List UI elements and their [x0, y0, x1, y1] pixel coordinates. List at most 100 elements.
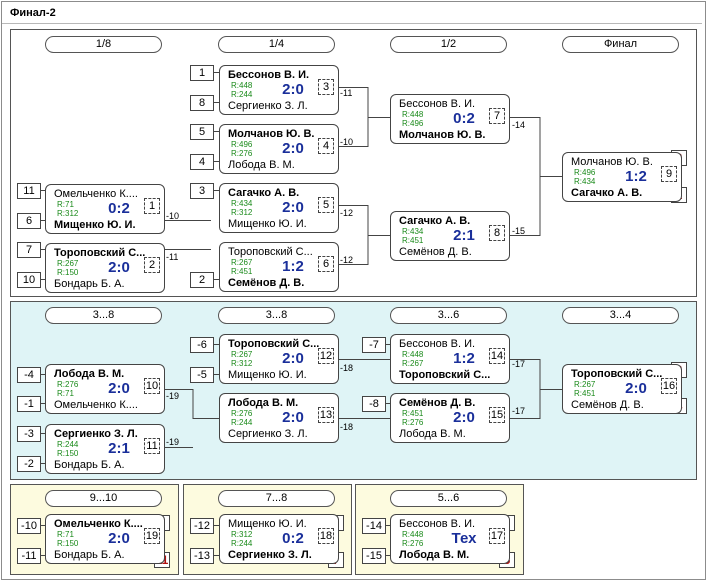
- loser-ref-label: -15: [512, 226, 526, 236]
- player-top-rating: R:244: [57, 440, 79, 449]
- player-bottom-rating: R:244: [231, 539, 253, 548]
- round-header: Финал: [562, 36, 679, 53]
- match-card[interactable]: Молчанов Ю. В. R:496 R:276 2:0 4 Лобода В. М.: [219, 124, 339, 174]
- player-top-rating: R:267: [574, 380, 596, 389]
- match-card[interactable]: Тороповский С... R:267 R:312 2:0 12 Мищенко Ю…: [219, 334, 339, 384]
- player-bottom-rating: R:312: [231, 208, 253, 217]
- match-number: 9: [661, 166, 677, 182]
- seed-box: 8: [190, 95, 214, 111]
- player-bottom-name: Бондарь Б. А.: [54, 278, 125, 290]
- round-header: 3...6: [390, 307, 507, 324]
- match-card[interactable]: Бессонов В. И. R:448 R:267 1:2 14 Тороповский…: [390, 334, 510, 384]
- seed-box: -3: [17, 426, 41, 442]
- match-card[interactable]: Лобода В. М. R:276 R:244 2:0 13 Сергиенко З. …: [219, 393, 339, 443]
- player-bottom-name: Семёнов Д. В.: [399, 246, 472, 258]
- player-top-name: Тороповский С...: [54, 247, 146, 259]
- player-top-name: Тороповский С...: [228, 246, 313, 258]
- player-top-rating: R:451: [402, 409, 424, 418]
- match-score: 2:0: [625, 380, 647, 397]
- player-top-name: Молчанов Ю. В.: [228, 128, 315, 140]
- match-card[interactable]: Тороповский С... R:267 R:451 1:2 6 Семёнов Д.…: [219, 242, 339, 292]
- match-score: 2:0: [282, 81, 304, 98]
- match-card[interactable]: Омельченко К.... R:71 R:312 0:2 1 Мищенко Ю. …: [45, 184, 165, 234]
- player-top-name: Бессонов В. И.: [399, 518, 476, 530]
- match-card[interactable]: Бессонов В. И. R:448 R:496 0:2 7 Молчанов Ю. …: [390, 94, 510, 144]
- match-card[interactable]: Бессонов В. И. R:448 R:276 Тех 17 Лобода В. М…: [390, 514, 510, 564]
- player-top-name: Лобода В. М.: [54, 368, 125, 380]
- match-card[interactable]: Молчанов Ю. В. R:496 R:434 1:2 9 Сагачко А. В…: [562, 152, 682, 202]
- match-number: 2: [144, 257, 160, 273]
- seed-box: -8: [362, 396, 386, 412]
- player-top-rating: R:267: [231, 258, 253, 267]
- seed-box: 10: [17, 272, 41, 288]
- loser-ref-label: -11: [166, 252, 179, 262]
- match-card[interactable]: Бессонов В. И. R:448 R:244 2:0 3 Сергиенко З.…: [219, 65, 339, 115]
- player-top-rating: R:496: [231, 140, 253, 149]
- match-score: 2:1: [453, 227, 475, 244]
- player-top-name: Тороповский С...: [571, 368, 663, 380]
- player-top-rating: R:276: [57, 380, 79, 389]
- player-bottom-rating: R:451: [574, 389, 596, 398]
- player-bottom-name: Бондарь Б. А.: [54, 459, 125, 471]
- match-number: 10: [144, 378, 160, 394]
- match-score: 2:0: [453, 409, 475, 426]
- match-number: 11: [144, 438, 160, 454]
- seed-box: 7: [17, 242, 41, 258]
- match-number: 3: [318, 79, 334, 95]
- player-bottom-rating: R:276: [231, 149, 253, 158]
- loser-ref-label: -19: [166, 437, 180, 447]
- seed-box: 4: [190, 154, 214, 170]
- match-score: 2:1: [108, 440, 130, 457]
- player-top-rating: R:434: [231, 199, 253, 208]
- match-card[interactable]: Лобода В. М. R:276 R:71 2:0 10 Омельченко К..…: [45, 364, 165, 414]
- round-header: 1/2: [390, 36, 507, 53]
- seed-box: 2: [190, 272, 214, 288]
- seed-box: -6: [190, 337, 214, 353]
- player-top-name: Омельченко К....: [54, 518, 143, 530]
- seed-box: -13: [190, 548, 214, 564]
- match-card[interactable]: Сергиенко З. Л. R:244 R:150 2:1 11 Бондарь Б.…: [45, 424, 165, 474]
- player-bottom-name: Бондарь Б. А.: [54, 549, 125, 561]
- player-bottom-rating: R:150: [57, 449, 79, 458]
- player-top-rating: R:434: [402, 227, 424, 236]
- round-header: 7...8: [218, 490, 335, 507]
- match-number: 16: [661, 378, 677, 394]
- seed-box: -15: [362, 548, 386, 564]
- loser-ref-label: -11: [340, 88, 353, 98]
- match-number: 14: [489, 348, 505, 364]
- match-card[interactable]: Сагачко А. В. R:434 R:451 2:1 8 Семёнов Д. В.: [390, 211, 510, 261]
- loser-ref-label: -10: [340, 137, 354, 147]
- match-card[interactable]: Мищенко Ю. И. R:312 R:244 0:2 18 Сергиенко З.…: [219, 514, 339, 564]
- player-top-name: Сагачко А. В.: [399, 215, 471, 227]
- match-number: 8: [489, 225, 505, 241]
- bracket-app: Финал-2 1/8 1/4 1/2 Финал 3...8 3...8 3.…: [0, 0, 707, 581]
- player-top-name: Лобода В. М.: [228, 397, 299, 409]
- player-bottom-rating: R:496: [402, 119, 424, 128]
- round-header: 1/8: [45, 36, 162, 53]
- player-bottom-name: Мищенко Ю. И.: [228, 218, 307, 230]
- match-card[interactable]: Омельченко К.... R:71 R:150 2:0 19 Бондарь Б.…: [45, 514, 165, 564]
- loser-ref-label: -12: [340, 255, 354, 265]
- player-top-rating: R:267: [231, 350, 253, 359]
- player-bottom-rating: R:451: [231, 267, 253, 276]
- player-top-rating: R:448: [231, 81, 253, 90]
- loser-ref-label: -12: [340, 208, 354, 218]
- match-card[interactable]: Семёнов Д. В. R:451 R:276 2:0 15 Лобода В. М.: [390, 393, 510, 443]
- player-top-name: Молчанов Ю. В.: [571, 156, 653, 168]
- seed-box: -11: [17, 548, 41, 564]
- player-bottom-name: Лобода В. М.: [399, 428, 466, 440]
- loser-ref-label: -14: [512, 120, 526, 130]
- player-top-name: Бессонов В. И.: [399, 338, 476, 350]
- match-card[interactable]: Тороповский С... R:267 R:150 2:0 2 Бондарь Б.…: [45, 243, 165, 293]
- seed-box: -14: [362, 518, 386, 534]
- player-top-rating: R:448: [402, 110, 424, 119]
- player-bottom-rating: R:244: [231, 418, 253, 427]
- seed-box: -2: [17, 456, 41, 472]
- match-card[interactable]: Тороповский С... R:267 R:451 2:0 16 Семёнов Д…: [562, 364, 682, 414]
- player-bottom-name: Мищенко Ю. И.: [228, 369, 307, 381]
- match-card[interactable]: Сагачко А. В. R:434 R:312 2:0 5 Мищенко Ю. И.: [219, 183, 339, 233]
- round-header: 5...6: [390, 490, 507, 507]
- match-number: 6: [318, 256, 334, 272]
- player-bottom-rating: R:451: [402, 236, 424, 245]
- match-score: 2:0: [108, 259, 130, 276]
